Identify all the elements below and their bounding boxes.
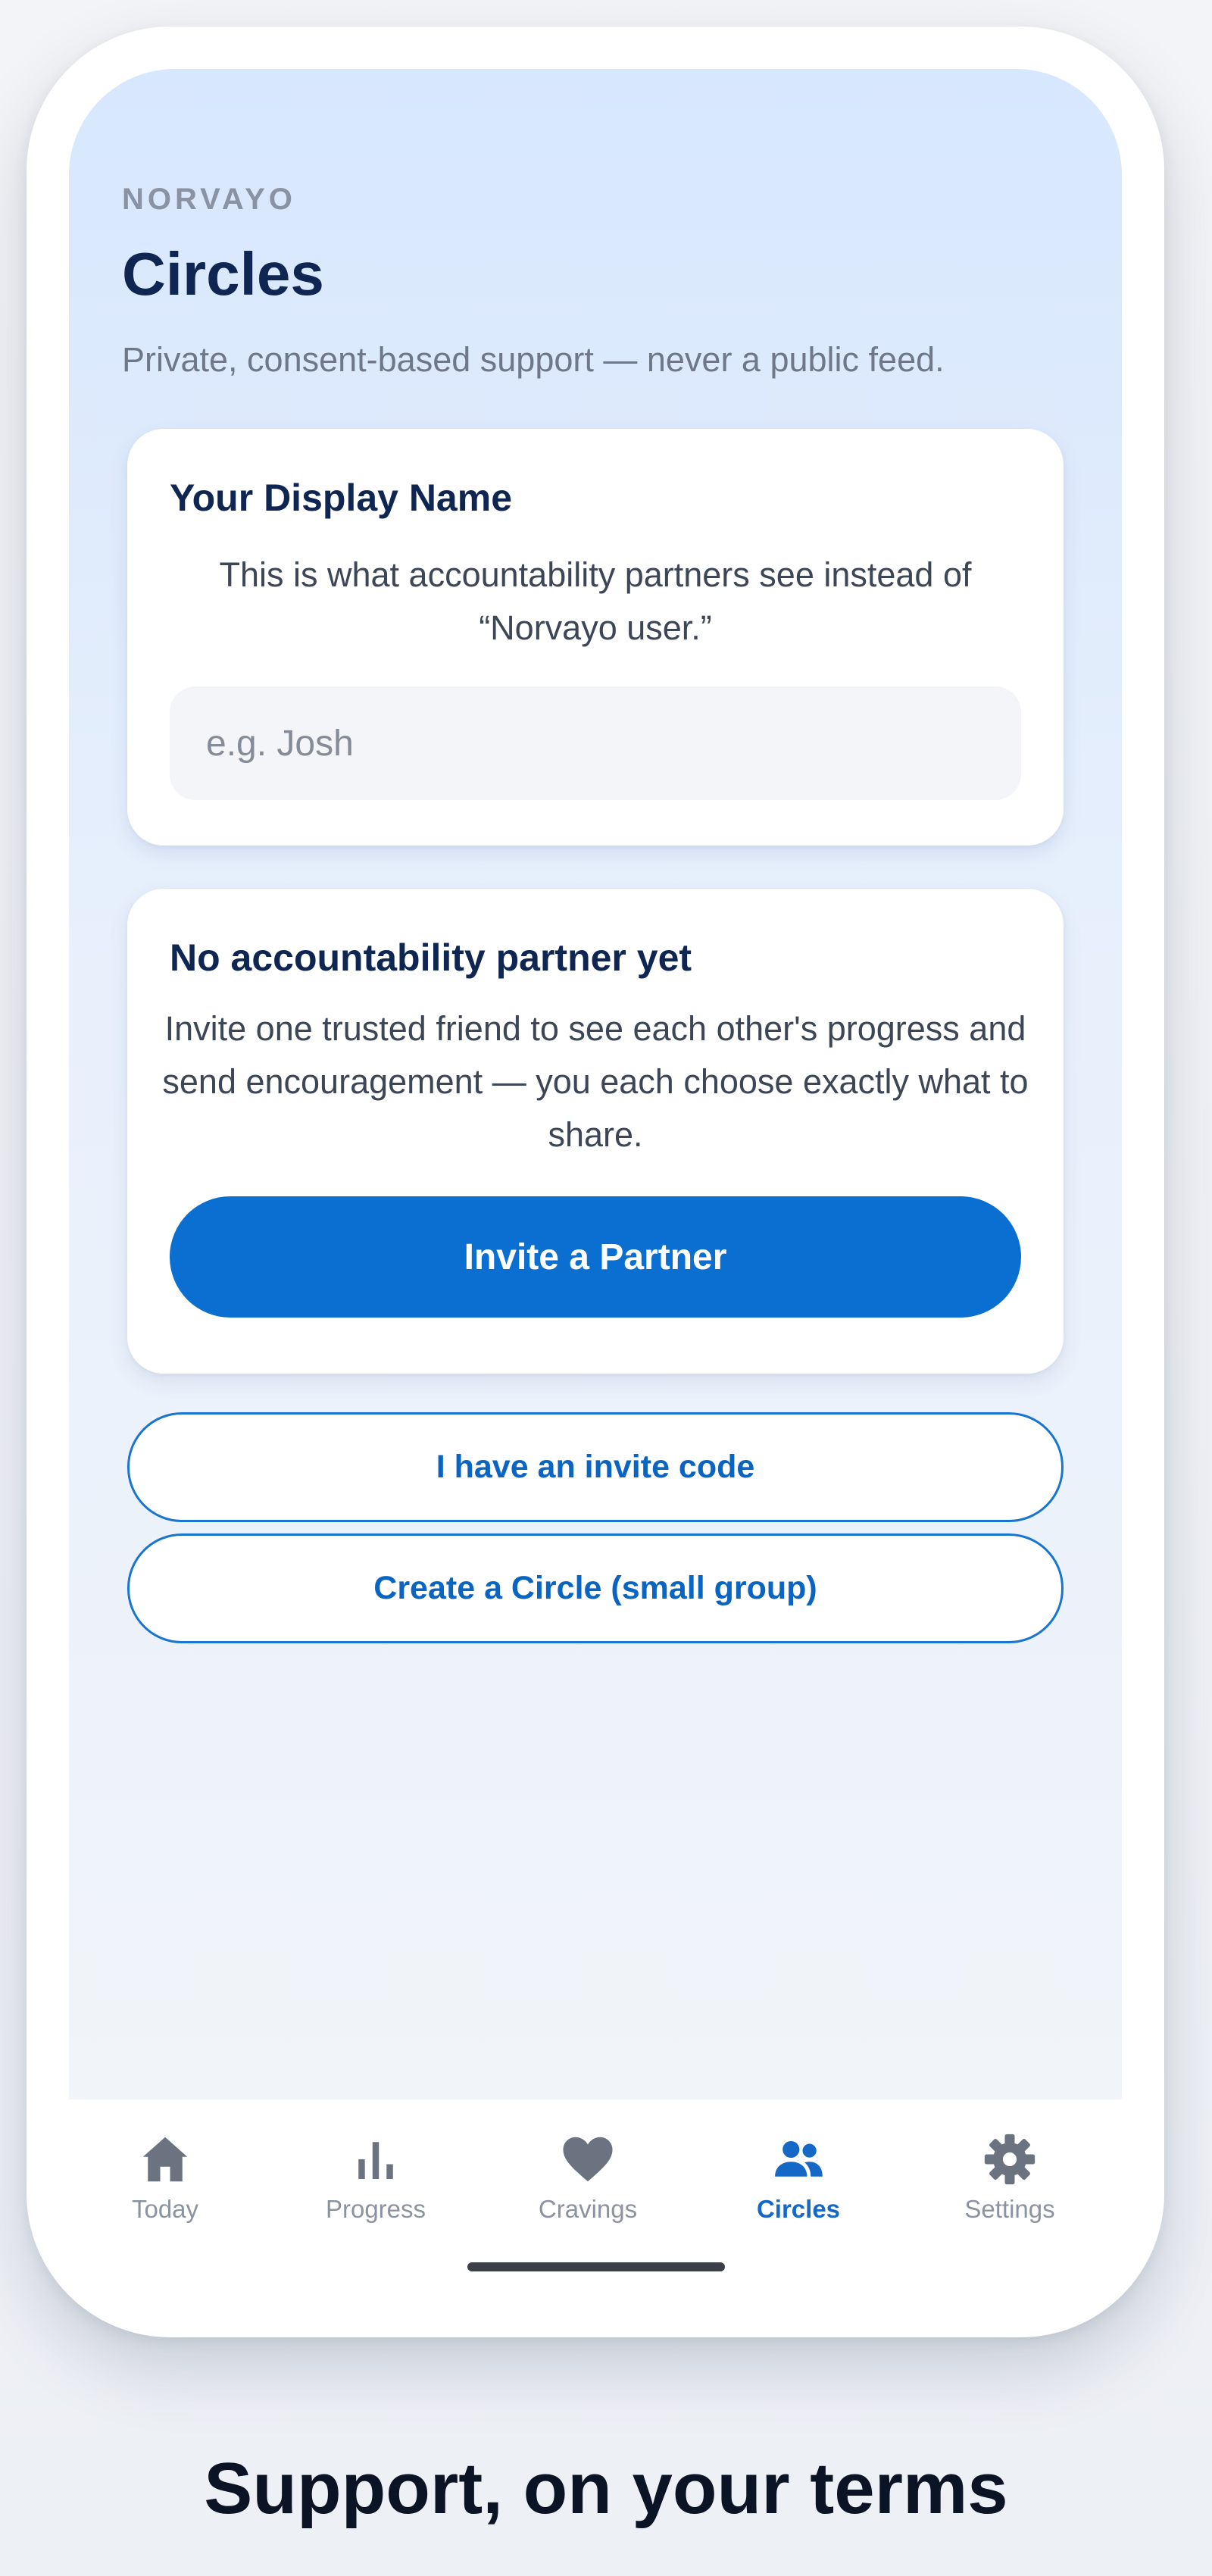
page-title: Circles [122,240,324,308]
tab-settings[interactable]: Settings [942,2130,1078,2236]
invite-partner-button[interactable]: Invite a Partner [170,1196,1021,1318]
tab-cravings[interactable]: Cravings [520,2130,656,2236]
gear-icon [984,2134,1036,2185]
people-icon [775,2140,823,2177]
tab-progress[interactable]: Progress [308,2130,444,2236]
partner-card-description: Invite one trusted friend to see each ot… [162,1009,1029,1154]
heart-icon [563,2137,613,2182]
page-subtitle: Private, consent-based support — never a… [122,340,945,379]
display-name-description: This is what accountability partners see… [219,555,972,647]
phone-screen: NORVAYO Circles Private, consent-based s… [69,69,1122,2295]
display-name-card: Your Display Name This is what accountab… [127,429,1064,846]
tab-label-cravings: Cravings [538,2195,638,2223]
tab-label-today: Today [131,2195,199,2223]
create-circle-button[interactable]: Create a Circle (small group) [127,1533,1064,1643]
partner-card: No accountability partner yet Invite one… [127,889,1064,1374]
bar-chart-icon [358,2142,393,2179]
tab-label-settings: Settings [964,2195,1055,2223]
brand-label: NORVAYO [122,183,296,216]
promo-caption: Support, on your terms [204,2448,1008,2529]
bottom-tab-bar: Today Progress Cravings Circles Settings [69,2099,1122,2295]
invite-code-button[interactable]: I have an invite code [127,1412,1064,1522]
home-icon [142,2137,188,2182]
home-indicator [467,2262,725,2271]
tab-label-progress: Progress [325,2195,426,2223]
circles-screen: NORVAYO Circles Private, consent-based s… [69,69,1122,2099]
partner-card-title: No accountability partner yet [170,936,692,979]
display-name-title: Your Display Name [170,477,513,519]
display-name-input[interactable] [170,686,1021,800]
phone-frame: NORVAYO Circles Private, consent-based s… [27,27,1164,2337]
tab-today[interactable]: Today [97,2130,233,2236]
tab-label-circles: Circles [756,2195,841,2223]
promo-canvas: NORVAYO Circles Private, consent-based s… [0,0,1212,2576]
tab-circles[interactable]: Circles [730,2130,867,2236]
